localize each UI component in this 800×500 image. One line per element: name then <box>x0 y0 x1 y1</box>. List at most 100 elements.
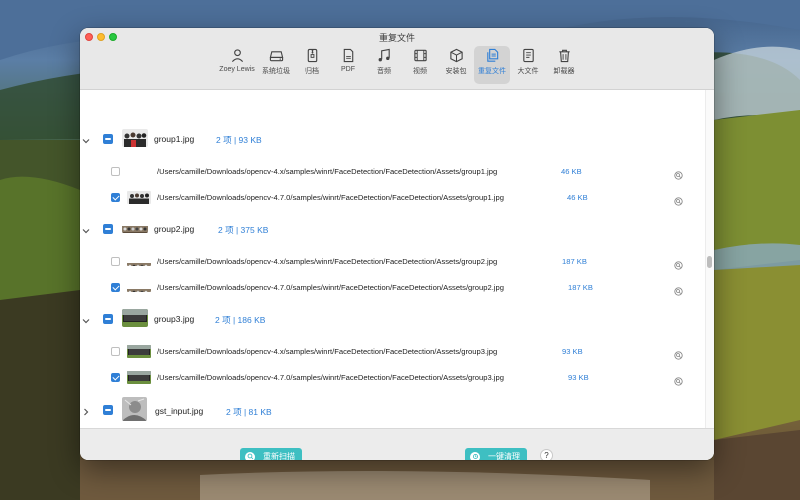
file-select-checkbox[interactable] <box>111 193 120 202</box>
group-select-checkbox[interactable] <box>103 314 113 324</box>
image-thumbnail <box>127 345 151 358</box>
image-thumbnail <box>127 191 151 204</box>
tool-audio[interactable]: 音频 <box>366 46 402 84</box>
group-row[interactable]: group2.jpg 2 项 | 375 KB <box>80 219 700 239</box>
one-click-clean-button[interactable]: 一键清理 <box>465 448 527 460</box>
chevron-right-icon[interactable] <box>81 404 91 416</box>
titlebar: 重复文件 Zoey Lewis 系统垃圾 归档 PDF 音频 视频 安装包 重复… <box>80 28 714 90</box>
file-row[interactable]: /Users/camille/Downloads/opencv-4.x/samp… <box>80 344 700 360</box>
tool-pdf[interactable]: PDF <box>330 46 366 84</box>
file-row[interactable]: /Users/camille/Downloads/opencv-4.7.0/sa… <box>80 280 700 296</box>
category-toolbar: Zoey Lewis 系统垃圾 归档 PDF 音频 视频 安装包 重复文件 大文… <box>216 46 582 86</box>
file-select-checkbox[interactable] <box>111 347 120 356</box>
app-window: 重复文件 Zoey Lewis 系统垃圾 归档 PDF 音频 视频 安装包 重复… <box>80 28 714 460</box>
file-select-checkbox[interactable] <box>111 283 120 292</box>
group-name: group1.jpg <box>154 134 195 144</box>
tool-label: 音频 <box>377 68 391 75</box>
tool-user[interactable]: Zoey Lewis <box>216 46 258 84</box>
tool-label: 系统垃圾 <box>262 68 290 75</box>
file-size: 187 KB <box>562 257 587 266</box>
rescan-button[interactable]: 重新扫描 <box>240 448 302 460</box>
reveal-in-finder-icon[interactable] <box>674 347 683 360</box>
duplicate-files-icon <box>486 48 498 62</box>
group-summary: 2 项 | 186 KB <box>215 315 266 325</box>
tool-label: 归档 <box>305 68 319 75</box>
group-row[interactable]: group1.jpg 2 项 | 93 KB <box>80 129 700 149</box>
file-size: 46 KB <box>561 167 582 176</box>
tool-video[interactable]: 视频 <box>402 46 438 84</box>
scrollbar[interactable] <box>705 90 714 428</box>
file-path: /Users/camille/Downloads/opencv-4.7.0/sa… <box>157 373 504 382</box>
tool-label: 视频 <box>413 68 427 75</box>
image-thumbnail <box>122 129 148 147</box>
tool-label: 重复文件 <box>478 68 506 75</box>
image-thumbnail <box>122 309 148 327</box>
group-name: gst_input.jpg <box>155 406 204 416</box>
file-select-checkbox[interactable] <box>111 167 120 176</box>
film-icon <box>413 49 427 62</box>
file-select-checkbox[interactable] <box>111 257 120 266</box>
user-icon <box>231 49 243 62</box>
image-thumbnail <box>122 397 147 421</box>
reveal-in-finder-icon[interactable] <box>674 257 683 270</box>
rescan-label: 重新扫描 <box>263 452 295 460</box>
file-row[interactable]: /Users/camille/Downloads/opencv-4.x/samp… <box>80 254 700 270</box>
group-select-checkbox[interactable] <box>103 134 113 144</box>
group-summary: 2 项 | 375 KB <box>218 225 269 235</box>
tool-label: Zoey Lewis <box>219 66 255 73</box>
file-path: /Users/camille/Downloads/opencv-4.7.0/sa… <box>157 283 504 292</box>
music-icon <box>378 48 390 62</box>
tool-label: 安装包 <box>445 68 467 75</box>
tool-label: 卸载器 <box>553 68 575 75</box>
group-select-checkbox[interactable] <box>103 224 113 234</box>
chevron-down-icon[interactable] <box>81 133 91 144</box>
file-row[interactable]: /Users/camille/Downloads/opencv-4.x/samp… <box>80 164 700 180</box>
clean-icon <box>470 451 480 460</box>
tool-uninstaller[interactable]: 卸载器 <box>546 46 582 84</box>
file-path: /Users/camille/Downloads/opencv-4.7.0/sa… <box>157 193 504 202</box>
trash-icon <box>558 49 570 63</box>
file-size: 187 KB <box>568 283 593 292</box>
tool-duplicate-files[interactable]: 重复文件 <box>474 46 510 84</box>
group-name: group2.jpg <box>154 224 195 234</box>
file-path: /Users/camille/Downloads/opencv-4.x/samp… <box>157 347 498 356</box>
search-icon <box>245 451 255 460</box>
file-path: /Users/camille/Downloads/opencv-4.x/samp… <box>157 167 498 176</box>
tool-large-files[interactable]: 大文件 <box>510 46 546 84</box>
tool-system-junk[interactable]: 系统垃圾 <box>258 46 294 84</box>
scrollbar-thumb[interactable] <box>707 256 712 268</box>
reveal-in-finder-icon[interactable] <box>674 193 683 206</box>
tool-label: PDF <box>341 66 355 73</box>
file-row[interactable]: /Users/camille/Downloads/opencv-4.7.0/sa… <box>80 190 700 206</box>
group-select-checkbox[interactable] <box>103 405 113 415</box>
help-button[interactable]: ? <box>540 449 553 460</box>
clean-label: 一键清理 <box>488 452 520 460</box>
group-row[interactable]: group3.jpg 2 项 | 186 KB <box>80 309 700 329</box>
duplicate-list: group1.jpg 2 项 | 93 KB /Users/camille/Do… <box>80 90 714 428</box>
reveal-in-finder-icon[interactable] <box>674 373 683 386</box>
reveal-in-finder-icon[interactable] <box>674 283 683 296</box>
image-thumbnail <box>127 258 151 266</box>
chevron-down-icon[interactable] <box>81 313 91 324</box>
image-thumbnail <box>127 284 151 292</box>
large-file-icon <box>522 48 534 63</box>
group-summary: 2 项 | 81 KB <box>226 407 272 417</box>
tool-installer[interactable]: 安装包 <box>438 46 474 84</box>
image-thumbnail <box>122 223 148 233</box>
package-icon <box>449 48 463 63</box>
group-name: group3.jpg <box>154 314 195 324</box>
tool-archive[interactable]: 归档 <box>294 46 330 84</box>
file-path: /Users/camille/Downloads/opencv-4.x/samp… <box>157 257 498 266</box>
file-size: 93 KB <box>568 373 589 382</box>
file-size: 93 KB <box>562 347 583 356</box>
pdf-icon <box>343 48 353 63</box>
disk-icon <box>269 51 283 62</box>
reveal-in-finder-icon[interactable] <box>674 167 683 180</box>
group-row[interactable]: gst_input.jpg 2 项 | 81 KB <box>80 397 700 421</box>
file-row[interactable]: /Users/camille/Downloads/opencv-4.7.0/sa… <box>80 370 700 386</box>
image-thumbnail <box>127 371 151 384</box>
tool-label: 大文件 <box>517 68 539 75</box>
chevron-down-icon[interactable] <box>81 223 91 234</box>
footer-bar: 重新扫描 一键清理 ? <box>80 428 714 460</box>
file-select-checkbox[interactable] <box>111 373 120 382</box>
